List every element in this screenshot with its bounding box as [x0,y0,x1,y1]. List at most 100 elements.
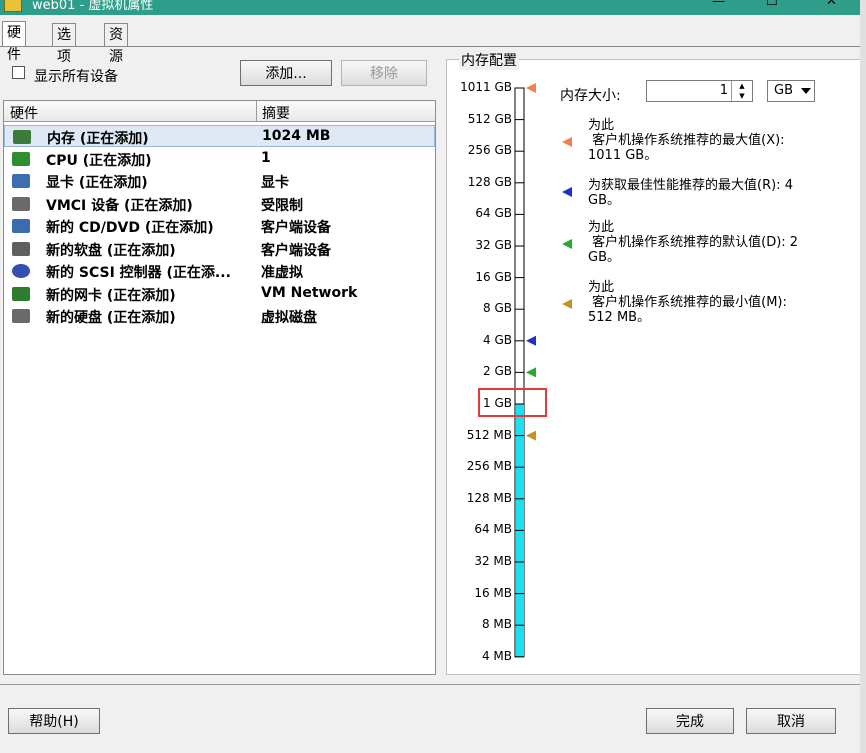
recommendation-line: 512 MB。 [588,310,651,325]
table-row[interactable]: 新的 SCSI 控制器 (正在添... 准虚拟 [4,260,435,282]
recommendation-line: GB。 [588,250,620,265]
recommendation-marker-icon [562,137,572,147]
title-bar: web01 - 虚拟机属性 — ☐ ✕ [0,0,866,15]
row-summary: 客户端设备 [261,242,331,259]
close-button[interactable]: ✕ [826,0,837,9]
vm-icon [4,0,22,12]
scale-label[interactable]: 32 GB [447,238,512,252]
scale-label[interactable]: 1011 GB [447,80,512,94]
table-row[interactable]: 新的网卡 (正在添加) VM Network [4,283,435,305]
hardware-table: 硬件 摘要 内存 (正在添加) 1024 MB CPU (正在添加) 1 显卡 (正在添… [3,100,436,675]
scale-label[interactable]: 4 MB [447,649,512,663]
row-hardware-name: 新的软盘 (正在添加) [46,242,176,259]
scale-label[interactable]: 256 GB [447,143,512,157]
memory-size-input[interactable]: 1 ▲ ▼ [646,80,753,102]
memory-icon [13,130,31,144]
header-separator [256,101,257,121]
vmci-icon [12,196,30,211]
cancel-button[interactable]: 取消 [746,708,836,734]
recommendation-line: 客户机操作系统推荐的默认值(D): 2 [588,235,799,250]
tab-divider [0,46,866,47]
row-summary: 显卡 [261,175,289,191]
scale-label[interactable]: 16 GB [447,270,512,284]
recommendation-line: 为此 [588,220,615,235]
recommendation-text[interactable]: 为此 客户机操作系统推荐的默认值(D): 2 GB。 [588,220,828,265]
finish-button[interactable]: 完成 [646,708,734,734]
spinner-up-icon[interactable]: ▲ [732,81,752,91]
row-hardware-name: 新的 SCSI 控制器 (正在添... [46,265,231,281]
header-hardware[interactable]: 硬件 [10,103,38,123]
disk-icon [12,309,30,323]
floppy-icon [12,241,30,256]
spinner-down-icon[interactable]: ▼ [732,91,752,101]
scale-label[interactable]: 128 MB [447,491,512,505]
recommendation-text[interactable]: 为获取最佳性能推荐的最大值(R): 4 GB。 [588,178,828,208]
row-summary: 准虚拟 [261,265,303,281]
recommendation-marker-icon [562,187,572,197]
recommendation-text[interactable]: 为此 客户机操作系统推荐的最大值(X): 1011 GB。 [588,118,828,163]
table-row[interactable]: CPU (正在添加) 1 [4,148,435,170]
table-header: 硬件 摘要 [4,101,435,122]
memory-size-label: 内存大小: [560,88,621,104]
memory-config-legend: 内存配置 [459,50,519,70]
recommendation-text[interactable]: 为此 客户机操作系统推荐的最小值(M): 512 MB。 [588,280,828,325]
add-button[interactable]: 添加... [240,60,332,86]
header-summary[interactable]: 摘要 [262,103,290,123]
recommendation-line: 1011 GB。 [588,148,658,163]
row-summary: 受限制 [261,197,303,214]
bottom-divider [0,684,866,685]
recommendation-line: 客户机操作系统推荐的最小值(M): [588,295,787,310]
scale-label[interactable]: 256 MB [447,459,512,473]
show-all-devices-checkbox[interactable] [12,66,25,79]
table-row[interactable]: 内存 (正在添加) 1024 MB [4,125,435,147]
nic-icon [12,286,30,301]
memory-unit-select[interactable]: GB [767,80,815,102]
row-hardware-name: 新的网卡 (正在添加) [46,287,176,304]
scale-label[interactable]: 512 GB [447,112,512,126]
scsi-icon [12,264,30,278]
memory-unit-value: GB [774,83,793,98]
row-summary: VM Network [261,284,358,301]
table-row[interactable]: 新的 CD/DVD (正在添加) 客户端设备 [4,215,435,237]
row-hardware-name: CPU (正在添加) [46,152,152,169]
recommendation-line: 为此 [588,280,615,295]
recommendation-line: 客户机操作系统推荐的最大值(X): [588,133,785,148]
scale-label[interactable]: 128 GB [447,175,512,189]
memory-size-spinner[interactable]: ▲ ▼ [731,81,752,101]
scale-label[interactable]: 32 MB [447,554,512,568]
current-size-highlight [478,388,547,417]
row-hardware-name: 内存 (正在添加) [47,131,149,147]
table-row[interactable]: 新的硬盘 (正在添加) 虚拟磁盘 [4,305,435,327]
scale-label[interactable]: 512 MB [447,428,512,442]
scale-label[interactable]: 64 GB [447,206,512,220]
scale-label[interactable]: 16 MB [447,586,512,600]
show-all-devices-label: 显示所有设备 [34,69,118,85]
chevron-down-icon [801,88,811,94]
scale-label[interactable]: 64 MB [447,522,512,536]
recommendation-marker-icon [562,239,572,249]
scale-label[interactable]: 2 GB [447,364,512,378]
scale-label[interactable]: 8 MB [447,617,512,631]
scale-label[interactable]: 8 GB [447,301,512,315]
cdrom-icon [12,219,30,233]
table-row[interactable]: 新的软盘 (正在添加) 客户端设备 [4,238,435,260]
table-row[interactable]: VMCI 设备 (正在添加) 受限制 [4,193,435,215]
cpu-icon [12,151,30,166]
recommendation-line: 为此 [588,118,615,133]
tab-resources[interactable]: 资源 [104,23,128,65]
recommendation-line: 为获取最佳性能推荐的最大值(R): 4 [588,178,793,193]
row-hardware-name: 新的硬盘 (正在添加) [46,310,176,326]
minimize-button[interactable]: — [712,0,725,9]
maximize-button[interactable]: ☐ [766,0,778,9]
row-summary: 1 [261,149,271,166]
row-summary: 1024 MB [262,128,331,144]
remove-button[interactable]: 移除 [341,60,427,86]
scale-label[interactable]: 4 GB [447,333,512,347]
recommendation-marker-icon [562,299,572,309]
row-hardware-name: 显卡 (正在添加) [46,175,148,191]
memory-size-value: 1 [719,83,728,98]
help-button[interactable]: 帮助(H) [8,708,100,734]
table-row[interactable]: 显卡 (正在添加) 显卡 [4,170,435,192]
tab-options[interactable]: 选项 [52,23,76,65]
tab-hardware[interactable]: 硬件 [2,21,26,63]
